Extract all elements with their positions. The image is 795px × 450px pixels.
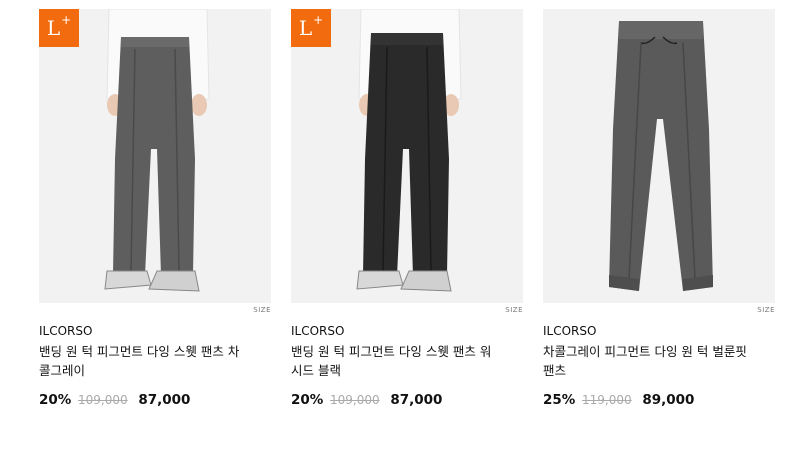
product-card[interactable]: SIZE ILCORSO 차콜그레이 피그먼트 다잉 원 턱 벌룬핏 팬츠 25… [543,9,775,408]
product-name[interactable]: 차콜그레이 피그먼트 다잉 원 턱 벌룬핏 팬츠 [543,342,748,380]
model-pants-illustration [104,9,210,292]
sale-price: 89,000 [642,392,695,408]
discount-rate: 20% [291,392,324,408]
product-image[interactable] [543,9,775,303]
brand-name[interactable]: ILCORSO [291,324,523,338]
product-image[interactable]: L+ [291,9,523,303]
original-price: 109,000 [330,393,380,407]
sale-price: 87,000 [138,392,191,408]
price-row: 20% 109,000 87,000 [291,392,523,408]
discount-rate: 20% [39,392,72,408]
original-price: 119,000 [582,393,632,407]
brand-name[interactable]: ILCORSO [543,324,775,338]
size-tag[interactable]: SIZE [757,306,775,314]
price-row: 25% 119,000 89,000 [543,392,775,408]
product-image[interactable]: L+ [39,9,271,303]
product-name[interactable]: 밴딩 원 턱 피그먼트 다잉 스웻 팬츠 차콜그레이 [39,342,244,380]
discount-rate: 25% [543,392,576,408]
product-grid: L+ SIZE ILCORSO 밴딩 원 턱 피그먼트 다잉 스웻 팬츠 차콜그… [0,0,795,450]
pants-flatlay-illustration [609,21,713,291]
size-tag[interactable]: SIZE [505,306,523,314]
brand-name[interactable]: ILCORSO [39,324,271,338]
original-price: 109,000 [78,393,128,407]
l-plus-badge: L+ [291,9,331,47]
product-card[interactable]: L+ SIZE ILCORSO 밴딩 원 턱 피그먼트 다잉 스웻 팬츠 차콜그… [39,9,271,408]
size-tag[interactable]: SIZE [253,306,271,314]
model-pants-illustration [356,9,462,292]
product-name[interactable]: 밴딩 원 턱 피그먼트 다잉 스웻 팬츠 워시드 블랙 [291,342,496,380]
sale-price: 87,000 [390,392,443,408]
l-plus-badge: L+ [39,9,79,47]
product-card[interactable]: L+ SIZE ILCORSO 밴딩 원 턱 피그먼트 다잉 스웻 팬츠 워시드… [291,9,523,408]
price-row: 20% 109,000 87,000 [39,392,271,408]
